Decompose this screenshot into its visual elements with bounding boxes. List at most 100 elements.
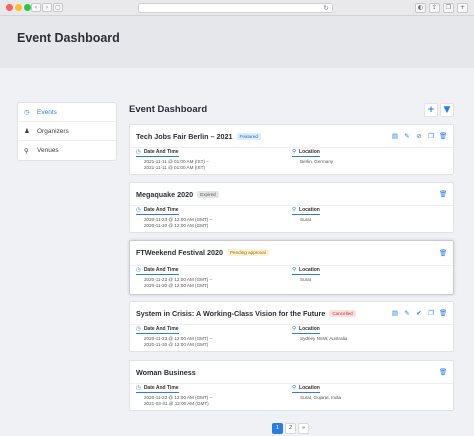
filter-icon: ▼ (443, 105, 451, 115)
reload-icon[interactable]: ↻ (323, 4, 329, 13)
main-title: Event Dashboard (129, 104, 208, 115)
forward-icon[interactable]: › (42, 3, 52, 12)
divider (130, 205, 453, 206)
copy-icon[interactable]: ❐ (427, 132, 435, 140)
plus-icon: + (427, 105, 435, 115)
trash-icon[interactable]: 🗑 (439, 249, 447, 257)
clock-icon: ◷ (136, 326, 141, 332)
sidebar-toggle-icon[interactable]: ▢ (53, 3, 63, 12)
address-bar[interactable]: ↻ (138, 3, 333, 13)
label-text: Location (299, 385, 320, 391)
event-card: FTWeekend Festival 2020 Pending approval… (129, 240, 454, 295)
pin-icon: ⚲ (24, 146, 29, 155)
event-title[interactable]: System in Crisis: A Working-Class Vision… (136, 309, 356, 318)
datetime-end: 2020-11-30 @ 12:00 AM (GMT) (144, 342, 209, 347)
sidebar-item-venues[interactable]: ⚲ Venues (18, 141, 116, 160)
check-icon[interactable]: ✔ (415, 309, 423, 317)
trash-icon[interactable]: 🗑 (439, 190, 447, 198)
edit-icon[interactable]: ✎ (403, 309, 411, 317)
clock-icon: ◷ (136, 207, 141, 213)
close-window-icon[interactable] (6, 4, 13, 11)
clock-icon: ◷ (136, 267, 141, 273)
event-title-text: System in Crisis: A Working-Class Vision… (136, 309, 326, 318)
event-title[interactable]: Tech Jobs Fair Berlin – 2021 Featured (136, 132, 261, 141)
page-2-button[interactable]: 2 (285, 423, 296, 434)
label-text: Location (299, 267, 320, 273)
event-actions: ▤ ✎ ✔ ❐ 🗑 (391, 309, 447, 317)
list-icon[interactable]: ▤ (391, 132, 399, 140)
datetime-label: ◷ Date And Time (136, 385, 179, 393)
event-title[interactable]: Megaquake 2020 Expired (136, 190, 219, 199)
datetime-label: ◷ Date And Time (136, 207, 179, 215)
event-card: Tech Jobs Fair Berlin – 2021 Featured ▤ … (129, 124, 454, 175)
maximize-window-icon[interactable] (24, 4, 31, 11)
copy-icon[interactable]: ❐ (427, 309, 435, 317)
pagination: 1 2 » (272, 423, 309, 434)
sidebar-item-organizers[interactable]: ♟ Organizers (18, 122, 116, 141)
divider (130, 324, 453, 325)
location-value: Surat, Gujarat, India (300, 395, 342, 400)
location-value: Berlin, Germany (300, 159, 334, 164)
next-page-button[interactable]: » (298, 423, 309, 434)
cancel-icon[interactable]: ⊘ (415, 132, 423, 140)
label-text: Date And Time (143, 326, 179, 332)
trash-icon[interactable]: 🗑 (439, 368, 447, 376)
new-tab-icon[interactable]: + (457, 3, 468, 13)
location-label: ⚲ Location (292, 149, 320, 157)
share-icon[interactable]: ⇪ (429, 3, 440, 13)
datetime-end: 2021-11-11 @ 01:00 AM (IST) (144, 165, 205, 170)
event-card: Megaquake 2020 Expired 🗑 ◷ Date And Time … (129, 182, 454, 233)
label-text: Date And Time (143, 267, 179, 273)
label-text: Location (299, 326, 320, 332)
calendar-icon: ◷ (24, 108, 30, 116)
filter-button[interactable]: ▼ (440, 103, 454, 117)
event-card: System in Crisis: A Working-Class Vision… (129, 301, 454, 352)
clock-icon: ◷ (136, 149, 141, 155)
datetime-end: 2020-11-30 @ 12:00 AM (GMT) (144, 223, 209, 228)
page-header: Event Dashboard (0, 16, 474, 68)
location-label: ⚲ Location (292, 267, 320, 275)
page-1-button[interactable]: 1 (272, 423, 283, 434)
event-actions: 🗑 (439, 249, 447, 257)
label-text: Location (299, 207, 320, 213)
location-value: Surat (300, 277, 311, 282)
divider (130, 265, 453, 266)
label-text: Location (299, 149, 320, 155)
clock-icon: ◷ (136, 385, 141, 391)
event-actions: 🗑 (439, 190, 447, 198)
sidebar-item-label: Venues (37, 147, 59, 154)
browser-chrome: ‹ › ▢ ↻ ◐ ⇪ ❐ + (0, 0, 474, 16)
back-icon[interactable]: ‹ (31, 3, 41, 12)
event-title[interactable]: Woman Business (136, 368, 196, 377)
divider (130, 147, 453, 148)
add-event-button[interactable]: + (424, 103, 438, 117)
minimize-window-icon[interactable] (15, 4, 22, 11)
trash-icon[interactable]: 🗑 (439, 132, 447, 140)
label-text: Date And Time (143, 207, 179, 213)
event-actions: ▤ ✎ ⊘ ❐ 🗑 (391, 132, 447, 140)
location-value: Sydney NSW, Australia (300, 336, 348, 341)
event-title-text: FTWeekend Festival 2020 (136, 248, 223, 257)
list-icon[interactable]: ▤ (391, 309, 399, 317)
shield-icon[interactable]: ◐ (415, 3, 426, 13)
datetime-label: ◷ Date And Time (136, 149, 179, 157)
edit-icon[interactable]: ✎ (403, 132, 411, 140)
status-badge: Expired (197, 191, 219, 198)
pin-icon: ⚲ (292, 149, 297, 155)
page-title: Event Dashboard (17, 31, 120, 45)
status-badge: Pending approval (226, 249, 269, 256)
divider (130, 383, 453, 384)
tabs-icon[interactable]: ❐ (443, 3, 454, 13)
label-text: Date And Time (143, 149, 179, 155)
location-value: Surat (300, 217, 311, 222)
sidebar-item-events[interactable]: ◷ Events (18, 103, 116, 122)
datetime-label: ◷ Date And Time (136, 326, 179, 334)
location-label: ⚲ Location (292, 326, 320, 334)
event-card: Woman Business 🗑 ◷ Date And Time 2020-11-… (129, 360, 454, 411)
event-title[interactable]: FTWeekend Festival 2020 Pending approval (136, 248, 269, 257)
event-title-text: Woman Business (136, 368, 196, 377)
datetime-end: 2021-03-31 @ 12:00 AM (GMT) (144, 401, 209, 406)
pin-icon: ⚲ (292, 385, 297, 391)
trash-icon[interactable]: 🗑 (439, 309, 447, 317)
label-text: Date And Time (143, 385, 179, 391)
